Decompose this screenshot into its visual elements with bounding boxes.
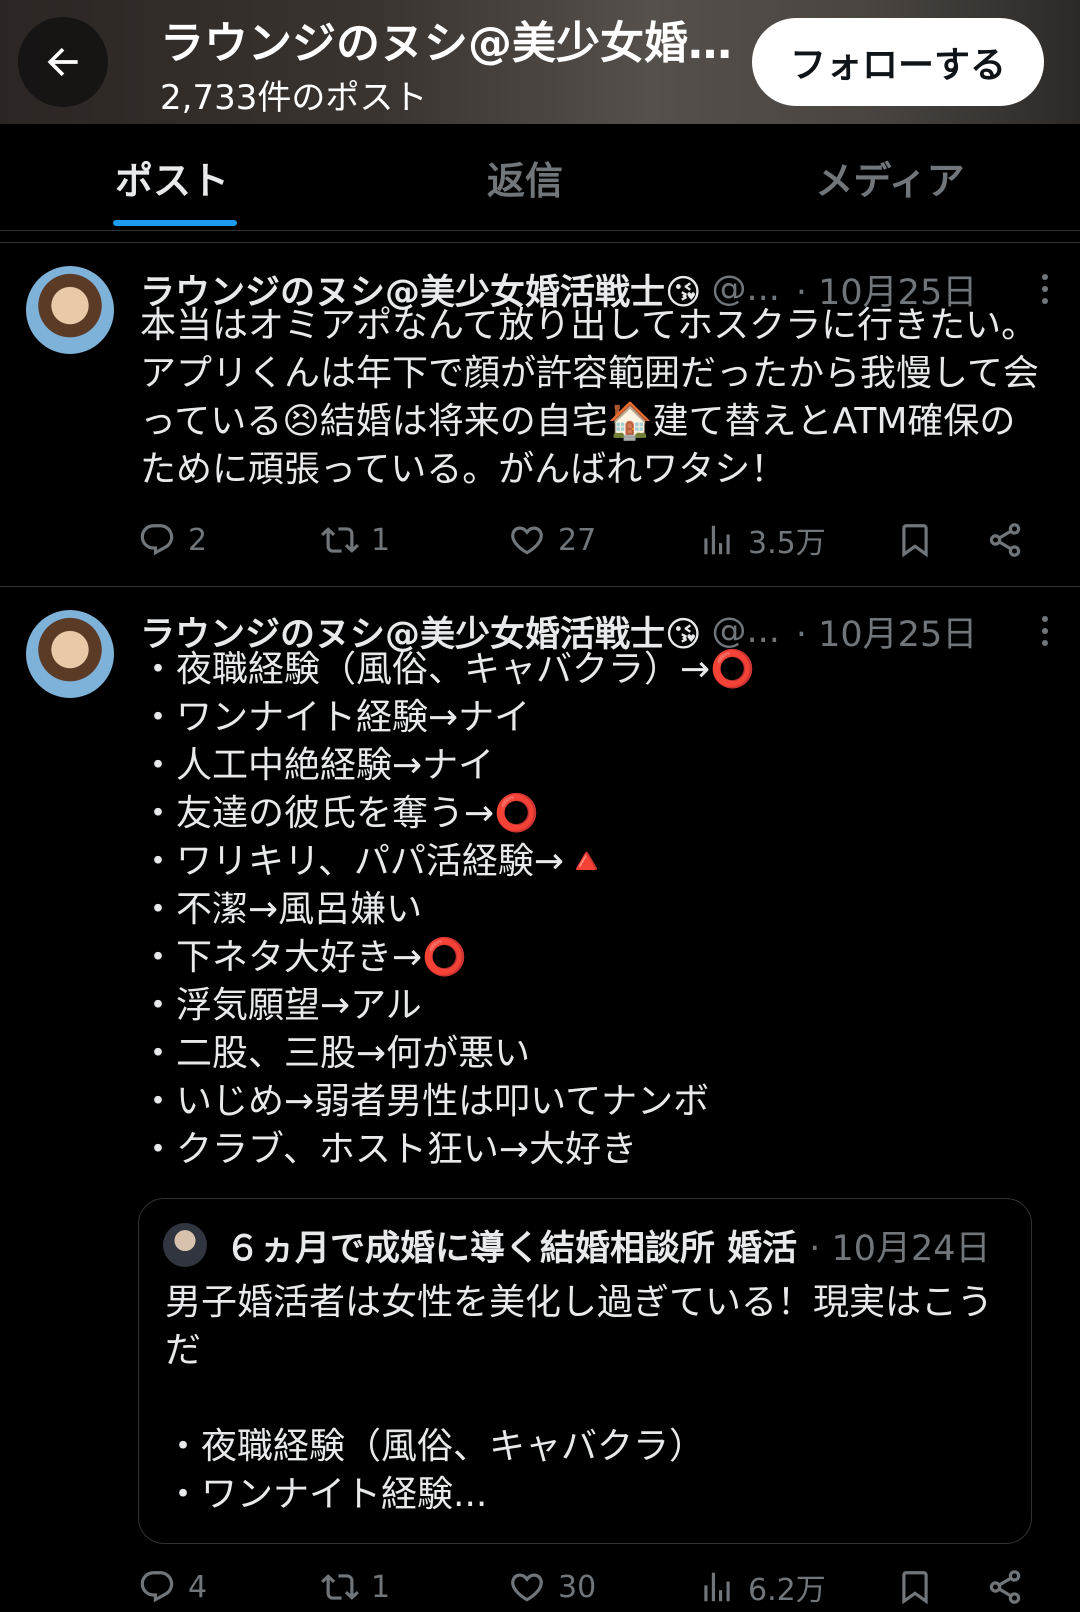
active-tab-indicator	[113, 220, 237, 226]
post-count: 2,733件のポスト	[160, 78, 428, 118]
quoted-avatar[interactable]	[163, 1223, 207, 1267]
repost-button[interactable]: 1	[321, 515, 390, 565]
post-actions: 2 1 27 3.5万	[138, 515, 1038, 565]
reply-icon	[140, 524, 174, 556]
views-count: 3.5万	[748, 526, 826, 561]
heart-icon	[511, 1573, 543, 1602]
quoted-meta: ６ヵ月で成婚に導く結婚相談所 婚活 · 10月24日	[225, 1219, 1015, 1271]
tab-media[interactable]: メディア	[760, 124, 1020, 230]
bookmark-icon	[902, 1571, 928, 1605]
views-button[interactable]: 6.2万	[698, 1562, 826, 1612]
post-actions: 4 1 30 6.2万	[138, 1562, 1038, 1612]
reply-count: 2	[188, 522, 208, 558]
views-chart-icon	[704, 525, 730, 555]
reply-button[interactable]: 4	[138, 1562, 207, 1612]
share-button[interactable]	[986, 515, 1024, 565]
tab-posts[interactable]: ポスト	[52, 124, 292, 230]
more-dot-icon	[1042, 616, 1048, 622]
views-count: 6.2万	[748, 1573, 826, 1608]
like-button[interactable]: 27	[508, 515, 596, 565]
tab-media-label: メディア	[815, 158, 965, 203]
profile-header-banner: ラウンジのヌシ@美少女婚活戦士😘 2,733件のポスト フォローする	[0, 0, 1080, 124]
reply-button[interactable]: 2	[138, 515, 207, 565]
tab-replies[interactable]: 返信	[405, 124, 645, 230]
arrow-left-icon	[47, 47, 78, 77]
profile-tabs: ポスト 返信 メディア	[0, 124, 1080, 231]
post[interactable]: ラウンジのヌシ@美少女婚活戦士😘 @... · 10月25日 ・夜職経験（風俗、…	[0, 586, 1080, 1608]
avatar[interactable]	[26, 610, 114, 698]
more-dot-icon	[1042, 274, 1048, 280]
views-chart-icon	[704, 1572, 730, 1602]
like-count: 30	[558, 1569, 597, 1605]
tab-replies-label: 返信	[486, 158, 563, 203]
heart-icon	[511, 526, 543, 555]
quoted-author-name: ６ヵ月で成婚に導く結婚相談所 婚活	[225, 1228, 798, 1269]
more-dot-icon	[1042, 286, 1048, 292]
follow-button[interactable]: フォローする	[752, 18, 1044, 106]
bookmark-icon	[902, 524, 928, 558]
like-count: 27	[558, 522, 597, 558]
post-text: ・夜職経験（風俗、キャバクラ）→⭕ ・ワンナイト経験→ナイ ・人工中絶経験→ナイ…	[140, 649, 755, 1170]
post[interactable]: ラウンジのヌシ@美少女婚活戦士😘 @... · 10月25日 本当はオミアポなん…	[0, 242, 1080, 586]
share-icon	[989, 523, 1021, 557]
repost-button[interactable]: 1	[321, 1562, 390, 1612]
post-text: 本当はオミアポなんて放り出してホスクラに行きたい。アプリくんは年下で顔が許容範囲…	[140, 305, 1039, 490]
reply-count: 4	[188, 1569, 208, 1605]
repost-count: 1	[371, 522, 391, 558]
more-dot-icon	[1042, 628, 1048, 634]
share-icon	[989, 1570, 1021, 1604]
repost-icon	[321, 527, 359, 553]
quoted-post[interactable]: ６ヵ月で成婚に導く結婚相談所 婚活 · 10月24日 男子婚活者は女性を美化し過…	[138, 1198, 1032, 1544]
share-button[interactable]	[986, 1562, 1024, 1612]
bookmark-button[interactable]	[896, 1562, 934, 1612]
quoted-date: · 10月24日	[809, 1228, 991, 1269]
profile-title: ラウンジのヌシ@美少女婚活戦士😘	[160, 18, 740, 69]
bookmark-button[interactable]	[896, 515, 934, 565]
quoted-text: 男子婚活者は女性を美化し過ぎている！現実はこうだ ・夜職経験（風俗、キャバクラ）…	[165, 1282, 994, 1515]
like-button[interactable]: 30	[508, 1562, 596, 1612]
back-button[interactable]	[18, 17, 108, 107]
views-button[interactable]: 3.5万	[698, 515, 826, 565]
avatar[interactable]	[26, 266, 114, 354]
repost-icon	[321, 1574, 359, 1600]
reply-icon	[140, 1571, 174, 1603]
repost-count: 1	[371, 1569, 391, 1605]
tab-posts-label: ポスト	[114, 158, 229, 203]
author-handle: @...	[711, 611, 780, 651]
